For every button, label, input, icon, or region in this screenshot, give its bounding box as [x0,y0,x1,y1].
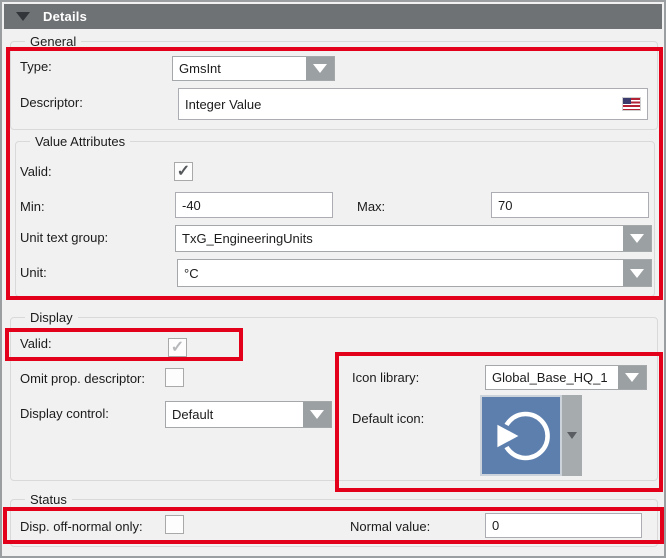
display-valid-checkbox[interactable] [168,338,187,357]
type-combobox[interactable]: GmsInt [172,56,335,81]
value-attributes-group-label: Value Attributes [30,133,130,150]
default-icon-label: Default icon: [352,411,424,427]
display-valid-label: Valid: [20,336,52,352]
unit-combobox-value: °C [178,260,623,286]
icon-library-combobox[interactable]: Global_Base_HQ_1 [485,365,647,390]
step-into-circle-icon[interactable] [480,395,562,476]
min-input[interactable] [175,192,333,218]
disp-off-normal-only-checkbox[interactable] [165,515,184,534]
unit-dropdown-icon[interactable] [623,260,651,286]
display-group-label: Display [25,309,78,326]
unit-combobox[interactable]: °C [177,259,652,287]
valid-label: Valid: [20,164,52,180]
display-control-combobox[interactable]: Default [165,401,332,428]
max-label: Max: [357,199,385,215]
type-combobox-dropdown-icon[interactable] [306,57,334,80]
normal-value-label: Normal value: [350,519,430,535]
us-flag-icon [623,98,640,110]
details-header[interactable]: Details [4,4,662,29]
display-control-label: Display control: [20,406,109,422]
unit-text-group-dropdown-icon[interactable] [623,226,651,251]
type-label: Type: [20,59,52,75]
descriptor-label: Descriptor: [20,95,83,111]
status-group-label: Status [25,491,72,508]
default-icon-picker[interactable] [480,395,582,476]
collapse-triangle-icon[interactable] [16,12,30,21]
unit-text-group-combobox[interactable]: TxG_EngineeringUnits [175,225,652,252]
min-label: Min: [20,199,45,215]
icon-library-dropdown-icon[interactable] [618,366,646,389]
icon-library-label: Icon library: [352,370,419,386]
omit-prop-descriptor-label: Omit prop. descriptor: [20,371,145,387]
max-input[interactable] [491,192,649,218]
default-icon-dropdown-icon[interactable] [562,395,582,476]
display-control-combobox-value: Default [166,402,303,427]
omit-prop-descriptor-checkbox[interactable] [165,368,184,387]
icon-library-combobox-value: Global_Base_HQ_1 [486,366,618,389]
valid-checkbox[interactable] [174,162,193,181]
panel-title: Details [43,9,87,24]
unit-label: Unit: [20,265,47,281]
unit-text-group-label: Unit text group: [20,230,108,246]
normal-value-input[interactable] [485,513,642,538]
details-panel: Details General Value Attributes Display… [0,0,666,558]
display-control-dropdown-icon[interactable] [303,402,331,427]
general-group-label: General [25,33,81,50]
type-combobox-value: GmsInt [173,57,306,80]
unit-text-group-combobox-value: TxG_EngineeringUnits [176,226,623,251]
disp-off-normal-only-label: Disp. off-normal only: [20,519,143,535]
descriptor-input[interactable] [178,88,648,120]
